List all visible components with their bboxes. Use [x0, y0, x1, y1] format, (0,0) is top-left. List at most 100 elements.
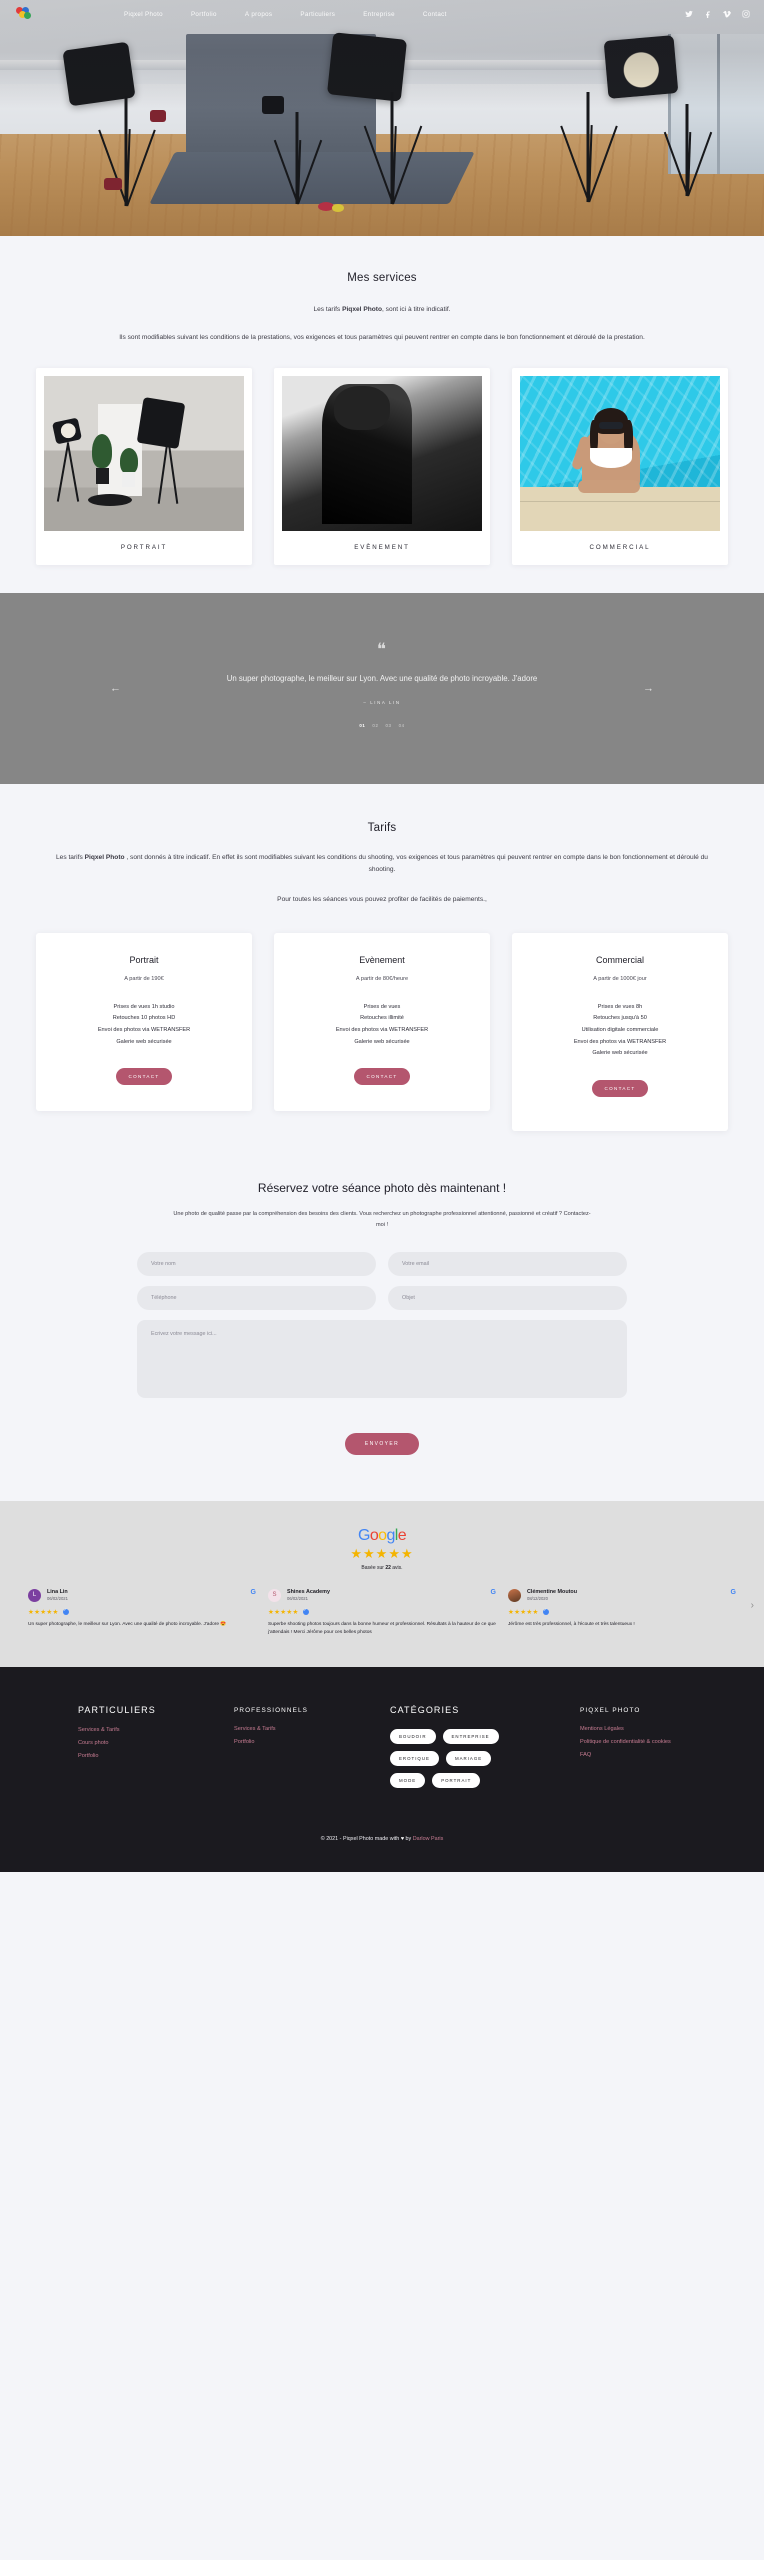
pricing-title-portrait: Portrait — [129, 954, 159, 965]
nav-item-contact[interactable]: Contact — [409, 11, 461, 18]
name-input[interactable] — [137, 1251, 376, 1276]
send-button[interactable]: ENVOYER — [344, 1432, 420, 1455]
pricing-card-commercial: Commercial A partir de 1000€ jour Prises… — [512, 932, 728, 1132]
review-author-name: Shines Academy — [287, 1588, 330, 1595]
hero-overlay — [0, 0, 764, 236]
google-icon: G — [250, 1588, 256, 1596]
service-card-evenement[interactable]: EVÈNEMENT — [274, 368, 490, 566]
review-author-name: Clémentine Moutou — [527, 1588, 578, 1595]
services-card-list: PORTRAIT EVÈNEMENT COMMERCIAL — [0, 368, 764, 566]
service-image-commercial — [520, 376, 720, 532]
piqxel-logo[interactable] — [16, 7, 32, 21]
footer-link-portfolio[interactable]: Portfolio — [78, 1753, 234, 1759]
review-count-pre: Basée sur — [361, 1564, 386, 1571]
email-input[interactable] — [388, 1251, 627, 1276]
review-card: S Shines Academy 06/02/2021 G ★★★★★ Supe… — [268, 1588, 496, 1637]
review-stars: ★★★★★ — [268, 1607, 496, 1616]
google-logo-g2: g — [386, 1526, 395, 1544]
footer-links-particuliers: Services & Tarifs Cours photo Portfolio — [78, 1727, 234, 1759]
service-label-evenement: EVÈNEMENT — [354, 544, 410, 552]
tarifs-lead-secondary: Pour toutes les séances vous pouvez prof… — [277, 896, 487, 904]
nav-social-links — [685, 10, 750, 18]
vimeo-icon[interactable] — [723, 10, 731, 18]
pricing-contact-button-commercial[interactable]: CONTACT — [591, 1080, 649, 1098]
nav-item-portfolio[interactable]: Portfolio — [177, 11, 231, 18]
footer-link-pro-portfolio[interactable]: Portfolio — [234, 1739, 390, 1745]
footer-link-cours-photo[interactable]: Cours photo — [78, 1740, 234, 1746]
footer-link-faq[interactable]: FAQ — [580, 1752, 671, 1758]
category-tag-mariage[interactable]: MARIAGE — [445, 1750, 492, 1766]
category-tag-portrait[interactable]: PORTRAIT — [432, 1772, 481, 1788]
footer-column-piqxel-photo: PIQXEL PHOTO Mentions Légales Politique … — [580, 1705, 671, 1788]
footer-link-services-tarifs[interactable]: Services & Tarifs — [78, 1727, 234, 1733]
review-card: L Lina Lin 06/02/2021 G ★★★★★ Un super p… — [28, 1588, 256, 1637]
services-subtitle-pre: Les tarifs — [313, 306, 343, 313]
contact-title: Réservez votre séance photo dès maintena… — [257, 1181, 507, 1196]
google-review-count: Basée sur 22 avis. — [0, 1565, 764, 1571]
footer-heading-particuliers: PARTICULIERS — [78, 1704, 156, 1715]
verified-badge-icon — [542, 1607, 549, 1615]
testimonial-dot-02[interactable]: 02 — [372, 723, 378, 728]
instagram-icon[interactable] — [742, 10, 750, 18]
contact-form-row-2 — [137, 1285, 627, 1310]
footer-link-pro-services-tarifs[interactable]: Services & Tarifs — [234, 1726, 390, 1732]
review-star-row: ★★★★★ — [28, 1608, 59, 1616]
contact-section: Réservez votre séance photo dès maintena… — [0, 1175, 764, 1501]
testimonial-section: ← → ❝ Un super photographe, le meilleur … — [0, 593, 764, 784]
review-header: S Shines Academy 06/02/2021 G — [268, 1588, 496, 1602]
twitter-icon[interactable] — [685, 10, 693, 18]
services-subtitle-post: , sont ici à titre indicatif. — [382, 306, 451, 313]
category-tag-entreprise[interactable]: ENTREPRISE — [442, 1728, 499, 1744]
pricing-title-commercial: Commercial — [595, 954, 644, 965]
google-logo: Google — [0, 1527, 764, 1545]
footer-credit-link[interactable]: Darlow Paris — [413, 1836, 444, 1842]
testimonial-dot-03[interactable]: 03 — [386, 723, 392, 728]
footer-heading-categories: CATÉGORIES — [390, 1704, 460, 1715]
service-image-evenement — [282, 376, 482, 532]
testimonial-dot-01[interactable]: 01 — [359, 723, 365, 728]
pricing-contact-button-evenement[interactable]: CONTACT — [353, 1068, 411, 1086]
category-tag-boudoir[interactable]: BOUDOIR — [390, 1728, 436, 1744]
page-root: Piqxel Photo Portfolio À propos Particul… — [0, 0, 764, 1872]
copyright-by: by — [404, 1835, 413, 1842]
nav-item-piqxel-photo[interactable]: Piqxel Photo — [110, 11, 177, 18]
services-subtitle-brand: Piqxel Photo — [342, 306, 382, 313]
pricing-features-evenement: Prises de vues Retouches illimité Envoi … — [335, 1003, 429, 1045]
pricing-price-commercial: A partir de 1000€ jour — [593, 975, 647, 982]
category-tag-mode[interactable]: MODE — [390, 1772, 426, 1788]
verified-badge-icon — [302, 1607, 309, 1615]
review-stars: ★★★★★ — [28, 1607, 256, 1616]
footer-copyright: © 2021 - Piqxel Photo made with ♥ by Dar… — [0, 1836, 764, 1842]
nav-item-entreprise[interactable]: Entreprise — [349, 11, 409, 18]
service-card-portrait[interactable]: PORTRAIT — [36, 368, 252, 566]
footer-link-mentions-legales[interactable]: Mentions Légales — [580, 1726, 671, 1732]
google-reviews-section: Google ★★★★★ Basée sur 22 avis. L Lina L… — [0, 1500, 764, 1667]
footer-column-particuliers: PARTICULIERS Services & Tarifs Cours pho… — [78, 1705, 234, 1788]
contact-form-row-1 — [137, 1251, 627, 1276]
avatar: L — [28, 1588, 41, 1602]
pricing-card-portrait: Portrait A partir de 190€ Prises de vues… — [36, 932, 252, 1112]
category-tag-erotique[interactable]: EROTIQUE — [390, 1750, 439, 1766]
contact-form: ENVOYER — [137, 1251, 627, 1455]
reviews-next-arrow[interactable]: › — [751, 1600, 754, 1611]
footer-link-politique-confidentialite[interactable]: Politique de confidentialité & cookies — [580, 1739, 671, 1745]
subject-input[interactable] — [388, 1285, 627, 1310]
pricing-features-commercial: Prises de vues 8h Retouches jusqu'à 50 U… — [573, 1003, 667, 1057]
review-stars: ★★★★★ — [508, 1607, 736, 1616]
pricing-contact-button-portrait[interactable]: CONTACT — [115, 1068, 173, 1086]
pricing-card-list: Portrait A partir de 190€ Prises de vues… — [0, 932, 764, 1132]
service-card-commercial[interactable]: COMMERCIAL — [512, 368, 728, 566]
tarifs-lead-post: , sont donnés à titre indicatif. En effe… — [124, 853, 708, 874]
message-textarea[interactable] — [137, 1319, 627, 1398]
testimonial-prev-arrow[interactable]: ← — [110, 683, 121, 694]
testimonial-next-arrow[interactable]: → — [643, 683, 654, 694]
review-author-name: Lina Lin — [47, 1588, 68, 1595]
testimonial-dot-04[interactable]: 04 — [399, 723, 405, 728]
facebook-icon[interactable] — [704, 10, 712, 18]
review-date: 06/02/2021 — [287, 1595, 308, 1601]
nav-item-a-propos[interactable]: À propos — [231, 11, 287, 18]
nav-item-particuliers[interactable]: Particuliers — [286, 11, 349, 18]
pricing-card-evenement: Evènement A partir de 80€/heure Prises d… — [274, 932, 490, 1112]
services-note: Ils sont modifiables suivant les conditi… — [119, 334, 645, 342]
phone-input[interactable] — [137, 1285, 376, 1310]
